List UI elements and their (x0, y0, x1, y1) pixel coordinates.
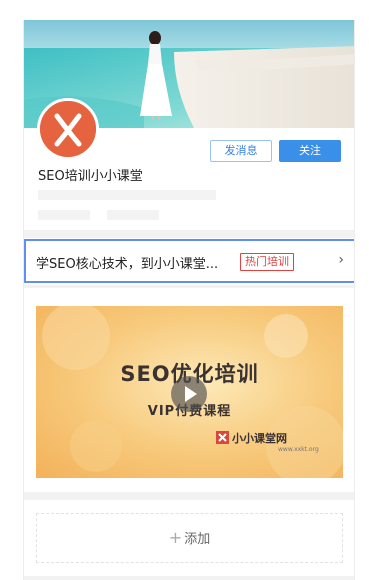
avatar[interactable] (37, 98, 99, 160)
divider (24, 230, 354, 238)
profile-name: SEO培训小小课堂 (38, 169, 143, 184)
plus-icon: + (168, 528, 183, 547)
add-label: 添加 (184, 532, 211, 547)
play-icon[interactable] (171, 376, 207, 412)
follow-button[interactable]: 关注 (279, 140, 341, 162)
course-video[interactable]: SEO优化培训 VIP付费课程 小小课堂网 www.xxkt.org (36, 306, 343, 478)
placeholder-line (107, 210, 159, 220)
send-message-button[interactable]: 发消息 (210, 140, 272, 162)
divider (24, 285, 354, 288)
placeholder-line (38, 210, 90, 220)
profile-card: 发消息 关注 SEO培训小小课堂 学SEO核心技术，到小小课堂... 热门培训 … (23, 20, 355, 580)
promo-text: 学SEO核心技术，到小小课堂... (36, 257, 219, 272)
brand-name: 小小课堂网 (232, 432, 287, 445)
promo-banner[interactable]: 学SEO核心技术，到小小课堂... 热门培训 › (24, 239, 354, 283)
brand-logo-icon (216, 431, 229, 444)
add-button[interactable]: + 添加 (36, 513, 343, 563)
placeholder-line (38, 190, 216, 200)
divider (24, 576, 354, 580)
chevron-right-icon: › (338, 252, 344, 268)
hot-training-badge: 热门培训 (240, 253, 294, 271)
divider (24, 492, 354, 500)
brand-url: www.xxkt.org (278, 446, 319, 453)
